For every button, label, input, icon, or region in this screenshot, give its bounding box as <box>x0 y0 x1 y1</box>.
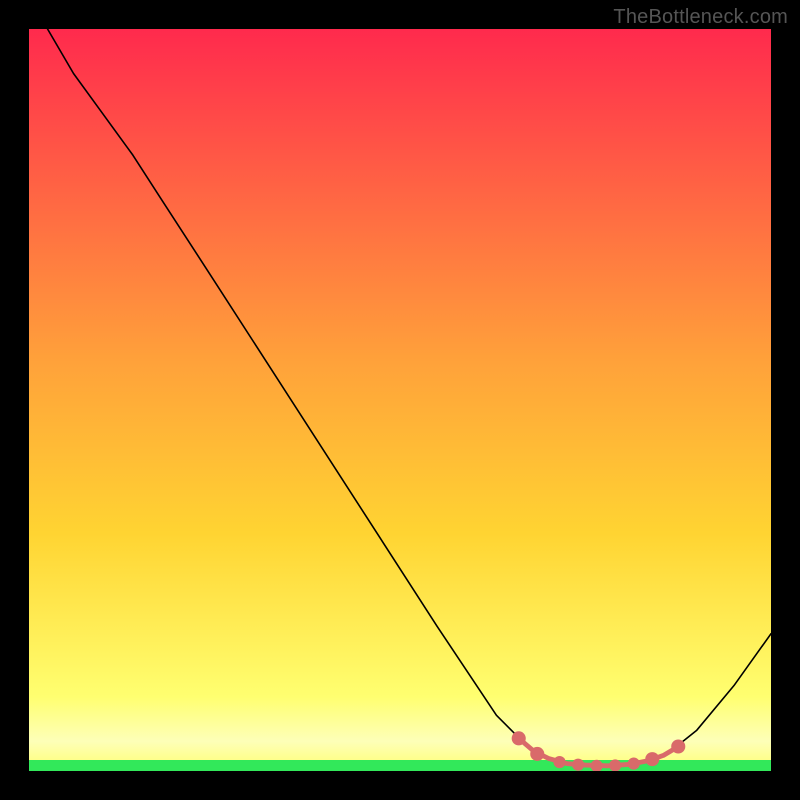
optimal-marker <box>609 759 621 771</box>
chart-container: TheBottleneck.com <box>0 0 800 800</box>
chart-area <box>29 29 771 771</box>
optimal-marker <box>572 759 584 771</box>
optimal-marker <box>671 739 685 753</box>
optimal-marker <box>645 752 659 766</box>
optimal-marker <box>628 758 640 770</box>
optimal-marker <box>530 747 544 761</box>
watermark-text: TheBottleneck.com <box>613 6 788 29</box>
bottleneck-chart-svg <box>29 29 771 771</box>
optimal-marker <box>553 756 565 768</box>
optimal-marker <box>512 731 526 745</box>
